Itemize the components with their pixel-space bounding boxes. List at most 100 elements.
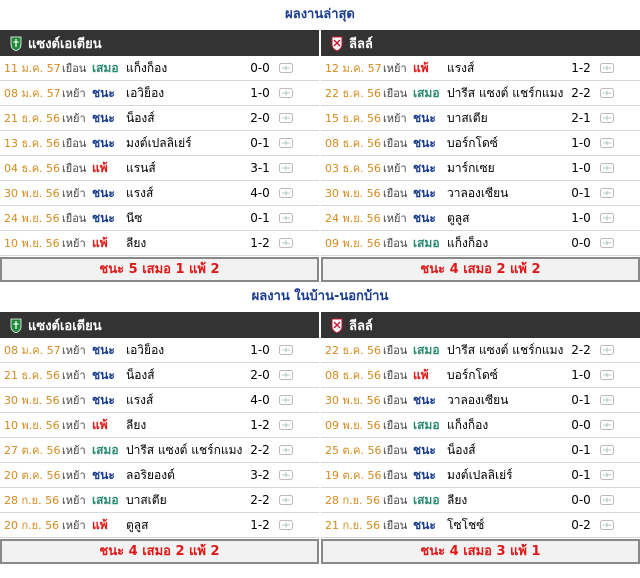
opponent-name[interactable]: บาสเตีย xyxy=(126,491,167,510)
match-details-icon[interactable] xyxy=(600,395,614,405)
match-date: 04 ธ.ค. 56 xyxy=(4,162,61,175)
match-details-icon[interactable] xyxy=(279,238,293,248)
opponent-name[interactable]: ลียง xyxy=(447,491,467,510)
opponent-name[interactable]: วาลองเซียน xyxy=(447,184,508,203)
opponent-name[interactable]: แรงส์ xyxy=(126,391,153,410)
match-details-icon[interactable] xyxy=(600,470,614,480)
match-details-icon[interactable] xyxy=(279,470,293,480)
opponent-name[interactable]: มาร์กเซย xyxy=(447,159,495,178)
opponent-name[interactable]: แก็งก็อง xyxy=(126,59,167,78)
match-date: 08 ม.ค. 57 xyxy=(4,87,61,100)
match-details-icon[interactable] xyxy=(279,445,293,455)
team-name[interactable]: แซงต์เอเตียน xyxy=(28,315,102,336)
match-details-icon[interactable] xyxy=(600,445,614,455)
match-result: ชนะ xyxy=(92,85,115,100)
match-details-icon[interactable] xyxy=(279,495,293,505)
opponent-name[interactable]: ตูลูส xyxy=(447,209,469,228)
match-row: 30 พ.ย. 56 เยือน ชนะ วาลองเซียน 0-1 xyxy=(321,181,640,206)
opponent-name[interactable]: วาลองเซียน xyxy=(447,391,508,410)
match-details-icon[interactable] xyxy=(600,213,614,223)
team-name[interactable]: แซงต์เอเตียน xyxy=(28,33,102,54)
match-details-icon[interactable] xyxy=(600,520,614,530)
match-score: 0-1 xyxy=(250,211,270,225)
opponent-name[interactable]: ปารีส แซงต์ แชร์กแมง xyxy=(447,84,563,103)
opponent-name[interactable]: แรงส์ xyxy=(126,184,153,203)
opponent-name[interactable]: แรงส์ xyxy=(447,59,474,78)
opponent-name[interactable]: บอร์กโดซ์ xyxy=(447,134,498,153)
opponent-name[interactable]: บาสเตีย xyxy=(447,109,488,128)
opponent-name[interactable]: เอวิย็อง xyxy=(126,84,164,103)
match-details-icon[interactable] xyxy=(279,88,293,98)
match-venue: เยือน xyxy=(62,137,87,150)
match-details-icon[interactable] xyxy=(600,88,614,98)
match-date: 15 ธ.ค. 56 xyxy=(325,112,382,125)
match-details-icon[interactable] xyxy=(279,345,293,355)
match-date: 27 ต.ค. 56 xyxy=(4,444,61,457)
match-details-icon[interactable] xyxy=(279,520,293,530)
left-team-panel: แซงต์เอเตียน 11 ม.ค. 57 เยือน เสมอ แก็งก็อง 0… xyxy=(0,30,319,282)
match-details-icon[interactable] xyxy=(279,163,293,173)
match-venue: เยือน xyxy=(383,87,408,100)
opponent-name[interactable]: แก็งก็อง xyxy=(447,416,488,435)
match-details-icon[interactable] xyxy=(600,188,614,198)
opponent-name[interactable]: แก็งก็อง xyxy=(447,234,488,253)
match-details-icon[interactable] xyxy=(600,345,614,355)
opponent-name[interactable]: นีซ xyxy=(126,209,142,228)
match-row: 27 ต.ค. 56 เหย้า เสมอ ปารีส แซงต์ แชร์กแมง 2… xyxy=(0,438,319,463)
match-row: 08 ธ.ค. 56 เยือน แพ้ บอร์กโดซ์ 1-0 xyxy=(321,363,640,388)
opponent-name[interactable]: แรนส์ xyxy=(126,159,156,178)
match-row: 03 ธ.ค. 56 เหย้า ชนะ มาร์กเซย 1-0 xyxy=(321,156,640,181)
opponent-name[interactable]: ปารีส แซงต์ แชร์กแมง xyxy=(447,341,563,360)
match-details-icon[interactable] xyxy=(279,63,293,73)
match-details-icon[interactable] xyxy=(279,395,293,405)
match-score: 2-2 xyxy=(571,86,591,100)
match-row: 08 ธ.ค. 56 เยือน ชนะ บอร์กโดซ์ 1-0 xyxy=(321,131,640,156)
match-date: 30 พ.ย. 56 xyxy=(4,394,60,407)
match-date: 21 ธ.ค. 56 xyxy=(4,112,61,125)
match-date: 28 ก.ย. 56 xyxy=(4,494,60,507)
match-details-icon[interactable] xyxy=(600,138,614,148)
opponent-name[interactable]: น็องส์ xyxy=(126,366,155,385)
match-details-icon[interactable] xyxy=(600,238,614,248)
match-details-icon[interactable] xyxy=(279,188,293,198)
match-result: ชนะ xyxy=(413,135,436,150)
match-date: 10 พ.ย. 56 xyxy=(4,237,60,250)
opponent-name[interactable]: โซโชซ์ xyxy=(447,516,484,535)
match-score: 1-0 xyxy=(571,136,591,150)
opponent-name[interactable]: ปารีส แซงต์ แชร์กแมง xyxy=(126,441,242,460)
opponent-name[interactable]: น็องส์ xyxy=(126,109,155,128)
match-details-icon[interactable] xyxy=(279,213,293,223)
match-venue: เหย้า xyxy=(62,494,86,507)
opponent-name[interactable]: น็องส์ xyxy=(447,441,476,460)
match-score: 3-2 xyxy=(250,468,270,482)
opponent-name[interactable]: บอร์กโดซ์ xyxy=(447,366,498,385)
match-details-icon[interactable] xyxy=(279,420,293,430)
match-venue: เหย้า xyxy=(383,112,407,125)
opponent-name[interactable]: มงต์เปลลิเย่ร์ xyxy=(126,134,192,153)
match-row: 28 ก.ย. 56 เหย้า เสมอ บาสเตีย 2-2 xyxy=(0,488,319,513)
match-row: 28 ก.ย. 56 เยือน เสมอ ลียง 0-0 xyxy=(321,488,640,513)
match-details-icon[interactable] xyxy=(600,163,614,173)
match-details-icon[interactable] xyxy=(600,495,614,505)
match-score: 1-2 xyxy=(250,236,270,250)
match-details-icon[interactable] xyxy=(279,138,293,148)
match-result: ชนะ xyxy=(92,367,115,382)
match-venue: เยือน xyxy=(62,212,87,225)
match-details-icon[interactable] xyxy=(600,113,614,123)
match-details-icon[interactable] xyxy=(600,63,614,73)
team-name[interactable]: ลีลล์ xyxy=(349,315,373,336)
opponent-name[interactable]: ลียง xyxy=(126,416,146,435)
match-details-icon[interactable] xyxy=(600,370,614,380)
opponent-name[interactable]: ลอริยองต์ xyxy=(126,466,175,485)
match-details-icon[interactable] xyxy=(600,420,614,430)
match-date: 20 ต.ค. 56 xyxy=(4,469,61,482)
opponent-name[interactable]: มงต์เปลลิเย่ร์ xyxy=(447,466,513,485)
match-venue: เหย้า xyxy=(383,212,407,225)
opponent-name[interactable]: ลียง xyxy=(126,234,146,253)
opponent-name[interactable]: เอวิย็อง xyxy=(126,341,164,360)
match-venue: เยือน xyxy=(383,394,408,407)
match-details-icon[interactable] xyxy=(279,370,293,380)
opponent-name[interactable]: ตูลูส xyxy=(126,516,148,535)
team-name[interactable]: ลีลล์ xyxy=(349,33,373,54)
match-details-icon[interactable] xyxy=(279,113,293,123)
